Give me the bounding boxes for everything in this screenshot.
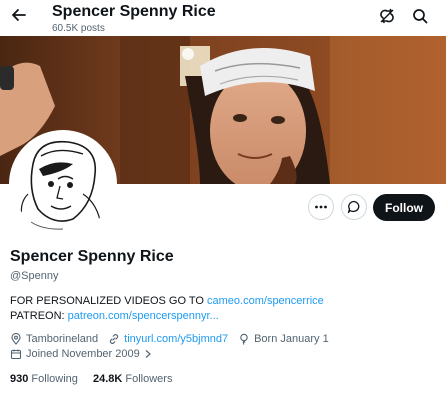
avatar[interactable] [9, 130, 117, 238]
post-count: 60.5K posts [52, 23, 105, 34]
profile-meta-row-2: Joined November 2009 [10, 348, 167, 360]
joined-item[interactable]: Joined November 2009 [10, 348, 157, 360]
more-button[interactable] [308, 194, 334, 220]
broken-link-icon [380, 8, 394, 24]
website-link[interactable]: tinyurl.com/y5bjmnd7 [124, 333, 228, 345]
back-arrow-icon [12, 9, 26, 21]
broken-link-button[interactable] [377, 6, 397, 26]
top-bar: Spencer Spenny Rice 60.5K posts [0, 0, 446, 36]
header-title-block: Spencer Spenny Rice 60.5K posts [52, 2, 216, 35]
page-title: Spencer Spenny Rice [52, 3, 216, 20]
location-text: Tamborineland [26, 333, 99, 345]
back-button[interactable] [8, 4, 30, 26]
link-icon [110, 334, 119, 344]
search-icon [413, 9, 428, 24]
bio-line-2-text: PATREON: [10, 310, 68, 322]
follow-stats: 930 Following 24.8K Followers [10, 373, 184, 385]
more-icon [315, 205, 327, 209]
bio-line-1-text: FOR PERSONALIZED VIDEOS GO TO [10, 295, 208, 307]
joined-text: Joined November 2009 [26, 348, 140, 360]
followers-stat[interactable]: 24.8K Followers [93, 373, 173, 385]
location-item: Tamborineland [10, 333, 98, 345]
profile-handle: @Spenny [10, 270, 59, 282]
profile-meta-row-1: Tamborineland tinyurl.com/y5bjmnd7 Born … [10, 333, 339, 345]
following-count: 930 [10, 373, 29, 385]
search-button[interactable] [410, 6, 430, 26]
follow-button[interactable]: Follow [373, 194, 435, 221]
message-icon [347, 200, 360, 214]
profile-bio: FOR PERSONALIZED VIDEOS GO TO cameo.com/… [10, 294, 324, 324]
chevron-right-icon [145, 350, 151, 358]
birthday-item: Born January 1 [238, 333, 329, 345]
following-stat[interactable]: 930 Following [10, 373, 78, 385]
profile-name: Spencer Spenny Rice [10, 248, 174, 265]
following-label: Following [31, 373, 78, 385]
bio-line-1: FOR PERSONALIZED VIDEOS GO TO cameo.com/… [10, 294, 324, 309]
patreon-link[interactable]: patreon.com/spencerspennyr... [68, 310, 219, 322]
website-item: tinyurl.com/y5bjmnd7 [108, 333, 228, 345]
birthday-icon [240, 333, 248, 345]
calendar-icon [10, 349, 22, 360]
message-button[interactable] [341, 194, 367, 220]
avatar-drawing [13, 134, 113, 234]
birthday-text: Born January 1 [254, 333, 329, 345]
followers-label: Followers [125, 373, 173, 385]
location-icon [11, 333, 21, 345]
bio-line-2: PATREON: patreon.com/spencerspennyr... [10, 309, 324, 324]
cameo-link[interactable]: cameo.com/spencerrice [207, 295, 324, 307]
followers-count: 24.8K [92, 373, 123, 385]
